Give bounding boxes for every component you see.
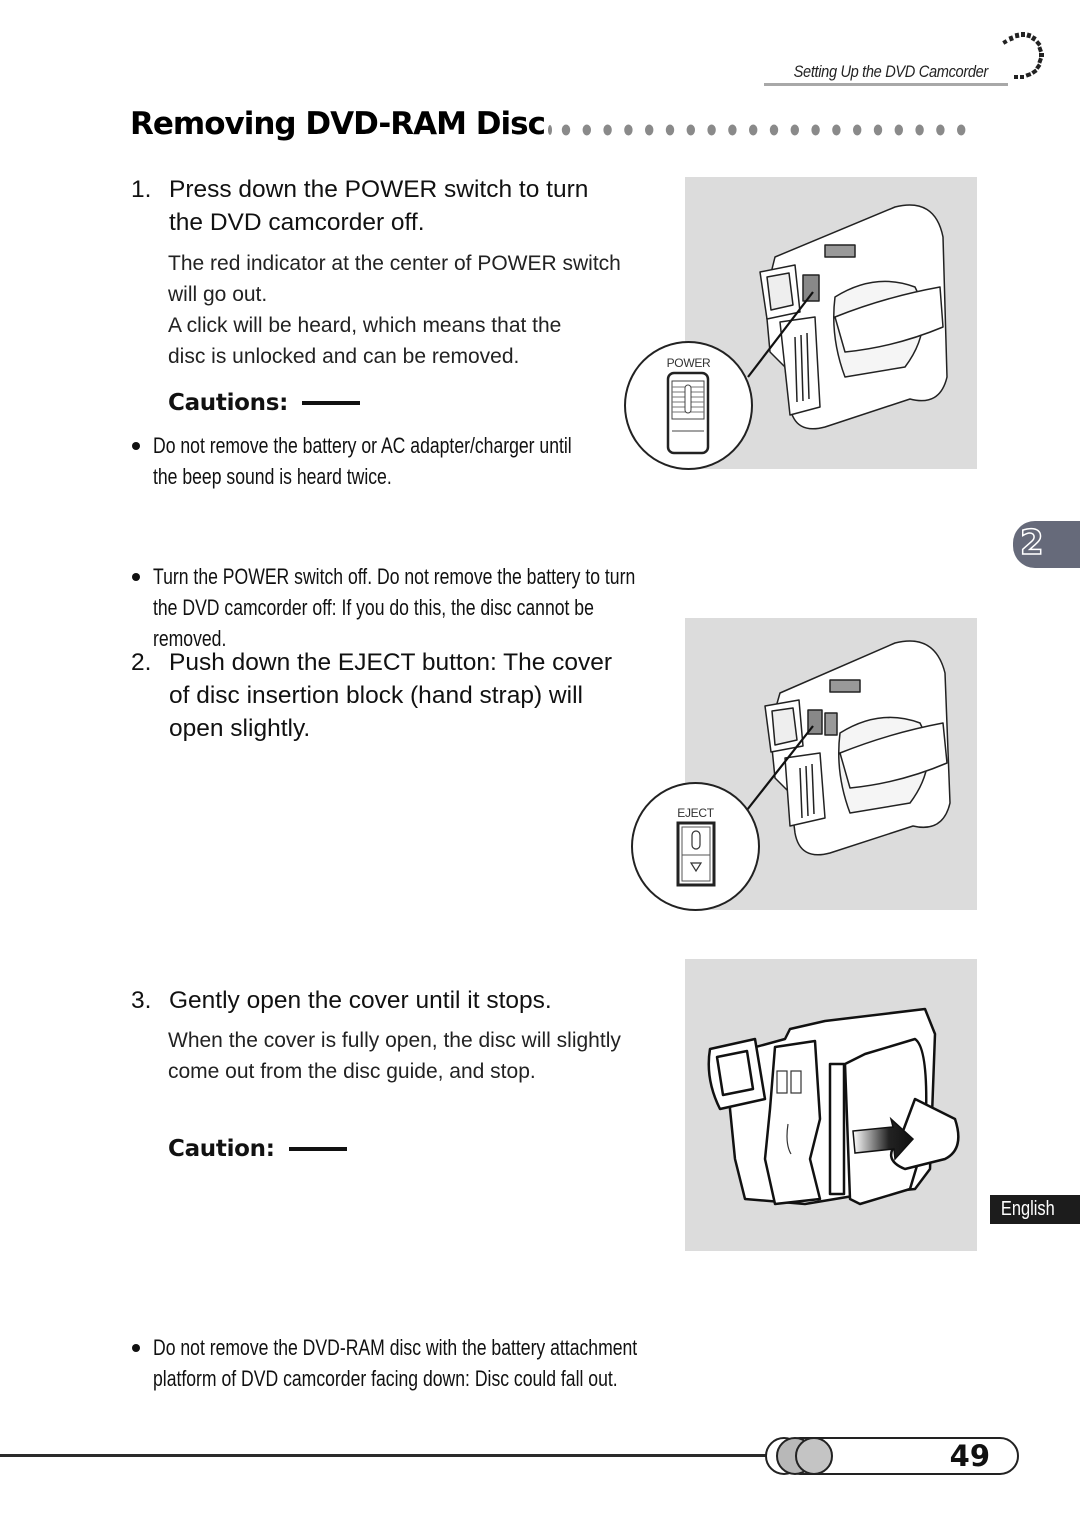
leader-dot <box>894 124 903 136</box>
leader-dot <box>548 125 552 135</box>
leader-dot <box>645 124 654 136</box>
leader-dot <box>832 124 841 136</box>
caution-line: Do not remove the DVD-RAM disc with the … <box>153 1335 638 1360</box>
caution-line: Turn the POWER switch off. Do not remove… <box>153 564 636 589</box>
running-header-title: Setting Up the DVD Camcorder <box>793 62 989 81</box>
step-number: 3. <box>131 987 152 1014</box>
page-number: 49 <box>949 1439 990 1473</box>
eject-button-icon <box>676 821 716 887</box>
camcorder-open-cover-drawing <box>707 1007 960 1206</box>
step-number: 2. <box>131 649 152 676</box>
caution-item: Turn the POWER switch off. Do not remove… <box>130 561 693 654</box>
leader-dot <box>853 124 862 136</box>
step-line: Press down the POWER switch to turn <box>169 176 589 203</box>
step-number: 1. <box>131 176 152 203</box>
caution-line: platform of DVD camcorder facing down: D… <box>153 1366 618 1391</box>
step-line: Push down the EJECT button: The cover <box>169 649 613 676</box>
detail-line: The red indicator at the center of POWER… <box>168 252 621 275</box>
leader-dot <box>873 124 883 136</box>
detail-line: come out from the disc guide, and stop. <box>168 1060 536 1083</box>
leader-dot <box>769 124 779 136</box>
caution-item: Do not remove the DVD-RAM disc with the … <box>130 1332 693 1394</box>
cautions-heading-label: Cautions: <box>168 390 289 416</box>
caution-line: Do not remove the battery or AC adapter/… <box>153 433 572 458</box>
running-header-underline <box>764 83 1008 86</box>
chapter-tab[interactable]: 2 <box>1013 521 1080 568</box>
language-tab[interactable]: English <box>990 1195 1080 1224</box>
page-number-badge: 49 <box>762 1436 1020 1476</box>
power-switch-icon <box>666 371 710 455</box>
leader-dot <box>915 124 924 136</box>
step-2: 2. Push down the EJECT button: The cover… <box>131 646 671 745</box>
open-cover-illustration <box>685 959 977 1251</box>
step-line: the DVD camcorder off. <box>169 209 425 236</box>
step-line: Gently open the cover until it stops. <box>169 987 552 1014</box>
caution-line: the DVD camcorder off: If you do this, t… <box>153 595 594 620</box>
step-1: 1. Press down the POWER switch to turn t… <box>131 173 651 239</box>
detail-line: When the cover is fully open, the disc w… <box>168 1029 621 1052</box>
leader-dot <box>686 124 695 136</box>
detail-line: A click will be heard, which means that … <box>168 314 562 337</box>
dotted-arc-icon <box>1002 32 1044 79</box>
bullet-icon <box>132 573 140 581</box>
inset-label: POWER <box>666 356 711 370</box>
page-title: Removing DVD-RAM Disc <box>130 106 546 142</box>
leader-dot <box>728 124 737 136</box>
title-dot-leader <box>548 124 966 136</box>
caution-heading-label: Caution: <box>168 1136 275 1162</box>
leader-dot <box>582 124 591 136</box>
heading-rule <box>288 1147 347 1151</box>
bullet-icon <box>132 1344 140 1352</box>
step-line: open slightly. <box>169 715 311 742</box>
step-3: 3. Gently open the cover until it stops. <box>131 984 671 1017</box>
leader-dot <box>936 124 945 136</box>
cautions-heading: Cautions: <box>168 390 361 416</box>
leader-dot <box>603 124 612 136</box>
leader-dot <box>811 124 820 136</box>
power-switch-inset: POWER <box>624 341 753 470</box>
leader-dot <box>624 124 633 136</box>
leader-dot <box>707 124 716 136</box>
leader-dot <box>790 124 799 136</box>
detail-line: will go out. <box>168 283 268 306</box>
eject-button-inset: EJECT <box>631 782 760 911</box>
step-3-details: When the cover is fully open, the disc w… <box>168 1025 668 1087</box>
leader-dot <box>957 124 966 136</box>
language-label: English <box>1000 1198 1055 1220</box>
leader-dot <box>749 124 758 136</box>
leader-dot <box>665 124 675 136</box>
running-header: Setting Up the DVD Camcorder <box>760 28 1060 90</box>
caution-item: Do not remove the battery or AC adapter/… <box>130 430 673 492</box>
inset-label: EJECT <box>677 806 714 820</box>
caution-line: the beep sound is heard twice. <box>153 464 392 489</box>
chapter-number: 2 <box>1019 522 1044 564</box>
heading-rule <box>302 401 361 405</box>
bullet-icon <box>132 442 140 450</box>
step-1-details: The red indicator at the center of POWER… <box>168 248 668 372</box>
leader-dot <box>561 124 571 136</box>
caution-heading: Caution: <box>168 1136 347 1162</box>
step-line: of disc insertion block (hand strap) wil… <box>169 682 583 709</box>
detail-line: disc is unlocked and can be removed. <box>168 345 520 368</box>
footer-rule <box>0 1454 780 1457</box>
